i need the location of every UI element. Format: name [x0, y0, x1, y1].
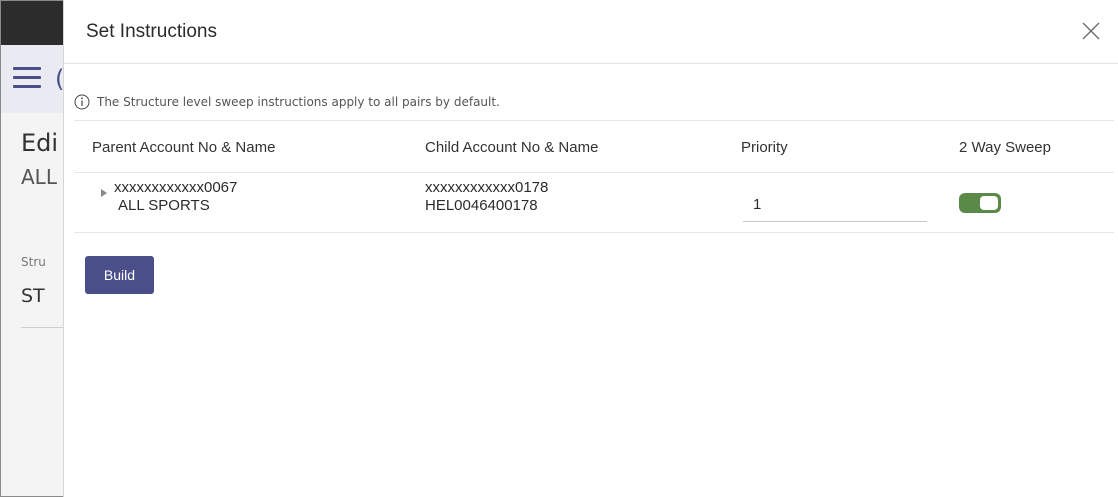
info-icon — [74, 94, 90, 110]
toggle-knob — [980, 196, 998, 210]
column-header-parent: Parent Account No & Name — [92, 139, 276, 156]
column-header-priority: Priority — [741, 139, 788, 156]
structure-value-partial: ST — [21, 285, 45, 307]
column-header-two-way-sweep: 2 Way Sweep — [959, 139, 1051, 156]
two-way-sweep-toggle[interactable] — [959, 193, 1001, 213]
expand-caret-icon[interactable] — [100, 183, 108, 197]
build-button[interactable]: Build — [85, 256, 154, 294]
divider — [74, 120, 1114, 121]
divider — [74, 172, 1114, 173]
divider — [74, 232, 1114, 233]
parent-account-number: xxxxxxxxxxxx0067 — [114, 179, 238, 196]
close-icon[interactable] — [1080, 20, 1102, 42]
modal-header: Set Instructions — [64, 0, 1118, 64]
page-subtitle-partial: ALL — [21, 165, 57, 189]
set-instructions-modal: Set Instructions The Structure level swe… — [63, 0, 1118, 497]
child-account-number: xxxxxxxxxxxx0178 — [425, 179, 549, 196]
child-account-name: HEL0046400178 — [425, 197, 538, 214]
hamburger-menu-icon[interactable] — [13, 67, 41, 88]
modal-title: Set Instructions — [86, 21, 217, 42]
info-message: The Structure level sweep instructions a… — [74, 92, 500, 112]
structure-label-partial: Stru — [21, 255, 46, 269]
column-header-child: Child Account No & Name — [425, 139, 599, 156]
page-title-partial: Edi — [21, 129, 59, 157]
info-text: The Structure level sweep instructions a… — [97, 95, 500, 109]
priority-input[interactable] — [743, 188, 927, 222]
parent-account-name: ALL SPORTS — [118, 197, 210, 214]
